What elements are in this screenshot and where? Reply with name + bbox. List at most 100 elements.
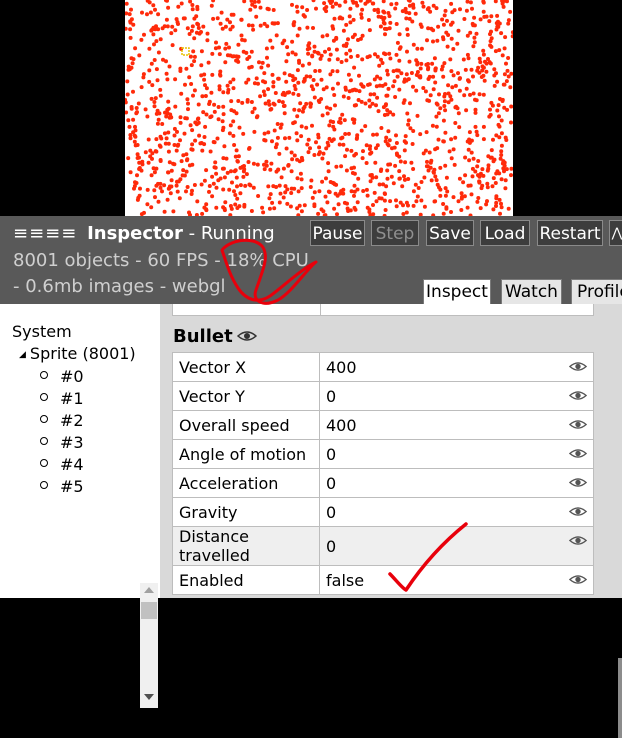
particle (443, 193, 448, 198)
particle (169, 178, 174, 183)
hamburger-icon[interactable]: ≡≡≡≡ (13, 223, 77, 244)
property-value[interactable]: 0 (319, 439, 594, 469)
particle (323, 194, 328, 199)
particle (263, 138, 268, 143)
particle (152, 104, 157, 109)
tree-item-instance[interactable]: #2 (40, 410, 138, 432)
scroll-up-arrow-icon[interactable] (144, 587, 154, 593)
particle (368, 144, 373, 149)
tab-inspect[interactable]: Inspect (423, 279, 491, 304)
particle (506, 56, 511, 60)
particle (164, 136, 169, 141)
particle (449, 1, 454, 6)
particle (391, 69, 396, 74)
particle (469, 67, 474, 72)
particle (457, 176, 462, 181)
particle (205, 31, 210, 36)
tree-item-instance[interactable]: #3 (40, 432, 138, 454)
particle (299, 134, 304, 139)
property-value[interactable]: 0 (319, 381, 594, 411)
particle (443, 108, 448, 113)
particle (395, 74, 400, 79)
particle (347, 14, 352, 19)
properties-scrollbar-thumb[interactable] (618, 658, 622, 738)
particle (155, 121, 160, 126)
tree-item-instance[interactable]: #1 (40, 388, 138, 410)
particle (166, 141, 171, 146)
tree-item-system[interactable]: System (12, 322, 72, 341)
property-value[interactable]: false (319, 565, 594, 595)
particle (475, 199, 480, 204)
particle (409, 160, 414, 165)
particle (352, 165, 356, 170)
save-button[interactable]: Save (426, 220, 474, 246)
particle (404, 78, 409, 83)
particle (125, 92, 130, 97)
particle (289, 169, 294, 174)
particle (433, 147, 438, 152)
load-button[interactable]: Load (480, 220, 530, 246)
restart-button[interactable]: Restart (537, 220, 603, 246)
particle (149, 96, 154, 101)
particle (501, 82, 506, 87)
particle (170, 43, 175, 48)
particle (216, 105, 221, 109)
particle (375, 143, 380, 148)
particle (494, 171, 499, 176)
tree-item-sprite[interactable]: ◢ Sprite (8001) (19, 344, 136, 363)
particle (434, 124, 439, 129)
particle (309, 178, 314, 183)
particle (131, 57, 136, 62)
collapse-chevron-icon[interactable]: ⋀ (609, 220, 622, 246)
particle (393, 95, 398, 99)
particle (231, 77, 236, 82)
tab-watch[interactable]: Watch (501, 279, 562, 304)
properties-pane: Bullet Vector X 400 Vector Y 0 Overall speed… (160, 304, 622, 598)
pause-button[interactable]: Pause (310, 220, 365, 246)
particle (505, 68, 510, 73)
particle (235, 159, 240, 163)
property-value[interactable]: 0 (319, 526, 594, 566)
particle (231, 119, 236, 124)
tree-scrollbar-box[interactable] (140, 583, 158, 708)
particle (495, 79, 500, 84)
particle (142, 32, 146, 37)
particle (160, 189, 164, 194)
particle (183, 82, 187, 87)
particle (135, 110, 139, 115)
eye-icon[interactable] (236, 326, 257, 347)
particle (310, 123, 314, 128)
particle (484, 202, 489, 207)
particle (223, 46, 228, 51)
scroll-thumb[interactable] (141, 602, 157, 619)
particle (232, 189, 236, 194)
particle (211, 181, 216, 186)
particle (320, 113, 325, 118)
property-name: Overall speed (172, 410, 320, 440)
tree-item-instance[interactable]: #0 (40, 366, 138, 388)
scroll-down-arrow-icon[interactable] (144, 694, 154, 700)
tree-collapse-triangle-icon[interactable]: ◢ (19, 350, 26, 360)
particle (158, 181, 163, 186)
particle (508, 85, 513, 90)
step-button[interactable]: Step (371, 220, 419, 246)
particle (188, 123, 193, 128)
particle (249, 100, 254, 104)
property-value[interactable]: 0 (319, 497, 594, 527)
tab-profile[interactable]: Profile (571, 279, 622, 304)
particle (158, 159, 163, 163)
particle (502, 160, 507, 165)
property-value[interactable]: 0 (319, 468, 594, 498)
particle (147, 46, 152, 51)
property-value[interactable]: 400 (319, 352, 594, 382)
particle (415, 194, 420, 199)
particle (165, 77, 170, 82)
particle (184, 66, 189, 71)
particle (359, 12, 364, 17)
particle (363, 1, 368, 6)
tree-item-instance[interactable]: #5 (40, 476, 138, 496)
particle (328, 52, 333, 57)
tree-item-instance[interactable]: #4 (40, 454, 138, 476)
particle (254, 76, 259, 81)
property-value[interactable]: 400 (319, 410, 594, 440)
